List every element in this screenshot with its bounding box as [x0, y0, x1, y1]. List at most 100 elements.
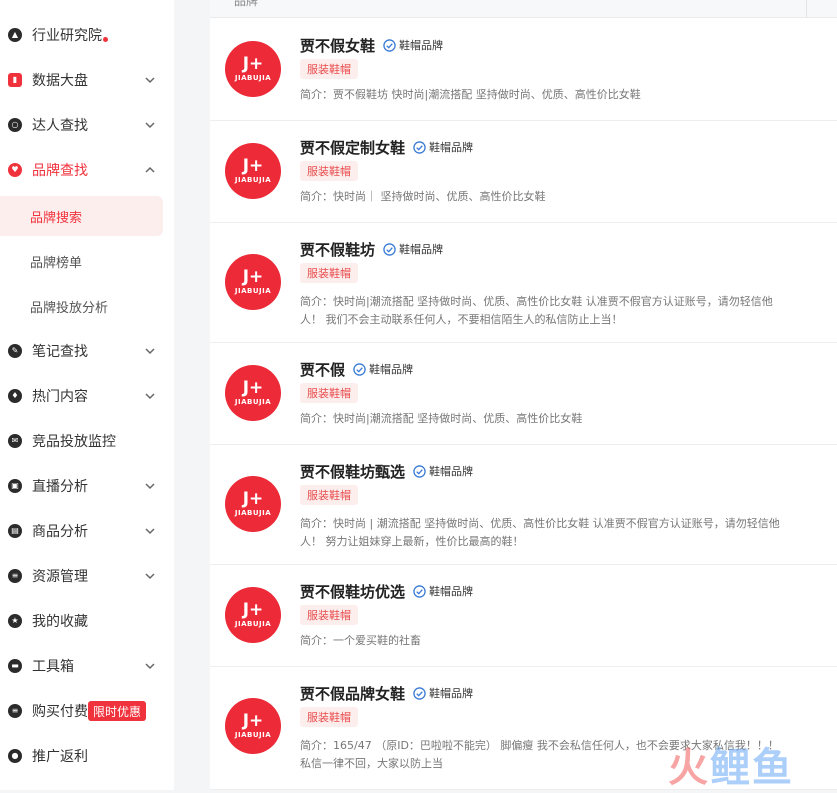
live-icon: ▣ — [8, 478, 22, 493]
bar-chart-icon: ▮ — [8, 72, 22, 87]
brand-row[interactable]: J+ JIABUJIA 贾不假鞋坊优选 鞋帽品牌 服装鞋帽 简介：一个爱买鞋的社畜 — [210, 565, 837, 667]
verified-badge: 鞋帽品牌 — [383, 37, 443, 53]
promo-badge[interactable]: 限时优惠 — [88, 701, 147, 721]
sidebar-item-brand-search[interactable]: ♥ 品牌查找 — [0, 147, 174, 192]
sidebar-item-product-analysis[interactable]: ▤ 商品分析 — [0, 508, 174, 553]
verified-label: 鞋帽品牌 — [399, 39, 444, 52]
brand-title-line: 贾不假女鞋 鞋帽品牌 — [300, 35, 443, 55]
verified-check-icon — [413, 464, 426, 478]
subitem-brand-ad-analysis[interactable]: 品牌投放分析 — [0, 286, 174, 326]
sidebar-item-label: 直播分析 — [32, 478, 88, 495]
sidebar-item-label: 达人查找 — [32, 117, 88, 134]
subitem-brand-ranking[interactable]: 品牌榜单 — [0, 241, 174, 281]
brand-logo[interactable]: J+ JIABUJIA — [225, 587, 281, 643]
brand-name[interactable]: 贾不假 — [300, 359, 345, 380]
logo-mark: J+ — [242, 489, 264, 509]
brand-description: 简介：快时尚 | 潮流搭配 坚持做时尚、优质、高性价比女鞋 认准贾不假官方认证账… — [300, 517, 780, 548]
brand-description: 简介：快时尚|潮流搭配 坚持做时尚、优质、高性价比女鞋 认准贾不假官方认证账号，… — [300, 295, 773, 326]
category-tag: 服装鞋帽 — [300, 383, 358, 403]
logo-text: JIABUJIA — [234, 176, 272, 184]
chevron-down-icon — [144, 480, 156, 492]
verified-check-icon — [413, 686, 426, 700]
sidebar-item-note-search[interactable]: ✎ 笔记查找 — [0, 328, 174, 373]
brand-row[interactable]: J+ JIABUJIA 贾不假女鞋 鞋帽品牌服装鞋帽简介：贾不假鞋坊 快时尚|潮流搭配… — [210, 19, 837, 121]
sidebar-item-purchase[interactable]: ≡ 购买付费 — [0, 688, 174, 733]
bag-icon: ▤ — [8, 523, 22, 538]
sidebar-item-hot-content[interactable]: ♦ 热门内容 — [0, 373, 174, 418]
sidebar-item-label: 竞品投放监控 — [32, 433, 116, 450]
sidebar-item-label: 购买付费 — [32, 703, 88, 720]
brand-row[interactable]: J+ JIABUJIA 贾不假定制女鞋 鞋帽品牌 服装鞋帽 简介：快时尚｜ 坚持做时尚、优… — [210, 121, 837, 223]
chevron-down-icon — [144, 570, 156, 582]
toolbox-icon: ▬ — [8, 658, 22, 673]
logo-text: JIABUJIA — [234, 287, 272, 295]
sidebar-item-toolbox[interactable]: ▬ 工具箱 — [0, 643, 174, 688]
pencil-icon: ✎ — [8, 343, 22, 358]
logo-mark: J+ — [242, 54, 264, 74]
brand-name[interactable]: 贾不假鞋坊甄选 — [300, 461, 405, 482]
brand-name[interactable]: 贾不假鞋坊 — [300, 239, 375, 260]
sidebar-item-label: 行业研究院 — [32, 27, 102, 44]
brand-row[interactable]: J+ JIABUJIA 贾不假鞋坊 鞋帽品牌服装鞋帽简介：快时尚|潮流搭配 坚持做时尚… — [210, 223, 837, 343]
brand-logo[interactable]: J+ JIABUJIA — [225, 365, 281, 421]
logo-mark: J+ — [242, 267, 264, 287]
brand-logo[interactable]: J+ JIABUJIA — [225, 476, 281, 532]
brand-description: 简介：快时尚｜ 坚持做时尚、优质、高性价比女鞋 — [300, 190, 546, 203]
brand-title-line: 贾不假定制女鞋 鞋帽品牌 — [300, 137, 473, 157]
chevron-down-icon — [144, 119, 156, 131]
logo-mark: J+ — [242, 378, 264, 398]
chevron-down-icon — [144, 525, 156, 537]
sidebar-item-my-favorites[interactable]: ★ 我的收藏 — [0, 598, 174, 643]
brand-description: 简介：一个爱买鞋的社畜 — [300, 634, 421, 647]
subitem-brand-search[interactable]: 品牌搜索 — [0, 196, 163, 236]
sidebar-item-influencer-search[interactable]: ○ 达人查找 — [0, 102, 174, 147]
sidebar-item-label: 我的收藏 — [32, 613, 88, 630]
graduation-cap-icon: ▲ — [8, 27, 22, 42]
brand-title-line: 贾不假品牌女鞋 鞋帽品牌 — [300, 683, 473, 703]
sidebar-item-label: 笔记查找 — [32, 343, 88, 360]
category-tag: 服装鞋帽 — [300, 59, 358, 79]
sidebar-item-industry-research[interactable]: ▲ 行业研究院 — [0, 12, 174, 57]
brand-logo[interactable]: J+ JIABUJIA — [225, 143, 281, 199]
brand-logo[interactable]: J+ JIABUJIA — [225, 41, 281, 97]
sidebar-item-competitor-monitoring[interactable]: ✉ 竞品投放监控 — [0, 418, 174, 463]
category-tag: 服装鞋帽 — [300, 605, 358, 625]
verified-check-icon — [383, 38, 396, 52]
sidebar-item-referral[interactable]: ● 推广返利 — [0, 733, 174, 778]
heart-icon: ♥ — [8, 162, 22, 177]
brand-logo[interactable]: J+ JIABUJIA — [225, 254, 281, 310]
brand-description: 简介：贾不假鞋坊 快时尚|潮流搭配 坚持做时尚、优质、高性价比女鞋 — [300, 88, 641, 101]
brand-name[interactable]: 贾不假鞋坊优选 — [300, 581, 405, 602]
verified-label: 鞋帽品牌 — [399, 243, 444, 256]
brand-name[interactable]: 贾不假品牌女鞋 — [300, 683, 405, 704]
chevron-down-icon — [144, 74, 156, 86]
brand-row[interactable]: J+ JIABUJIA 贾不假鞋坊甄选 鞋帽品牌 服装鞋帽 简介：快时尚 | 潮流搭配 坚… — [210, 445, 837, 565]
verified-label: 鞋帽品牌 — [369, 363, 414, 376]
star-icon: ★ — [8, 613, 22, 628]
chevron-up-icon — [144, 164, 156, 176]
verified-check-icon — [353, 362, 366, 376]
user-icon: ● — [8, 748, 22, 763]
category-tag: 服装鞋帽 — [300, 263, 358, 283]
brand-name[interactable]: 贾不假定制女鞋 — [300, 137, 405, 158]
sidebar-item-label: 热门内容 — [32, 388, 88, 405]
sidebar-item-label: 数据大盘 — [32, 72, 88, 89]
sidebar-item-resource-management[interactable]: ≡ 资源管理 — [0, 553, 174, 598]
subitem-label: 品牌榜单 — [30, 255, 83, 271]
brand-name[interactable]: 贾不假女鞋 — [300, 35, 375, 56]
verified-label: 鞋帽品牌 — [429, 465, 474, 478]
logo-mark: J+ — [242, 600, 264, 620]
category-tag: 服装鞋帽 — [300, 707, 358, 727]
logo-mark: J+ — [242, 156, 264, 176]
verified-badge: 鞋帽品牌 — [353, 361, 413, 377]
sidebar-item-label: 商品分析 — [32, 523, 88, 540]
brand-logo[interactable]: J+ JIABUJIA — [225, 698, 281, 754]
logo-text: JIABUJIA — [234, 731, 272, 739]
verified-badge: 鞋帽品牌 — [383, 241, 443, 257]
logo-text: JIABUJIA — [234, 398, 272, 406]
sidebar-item-live-analysis[interactable]: ▣ 直播分析 — [0, 463, 174, 508]
brand-row[interactable]: J+ JIABUJIA 贾不假 鞋帽品牌 服装鞋帽 简介：快时尚|潮流搭配 坚持做时尚、优… — [210, 343, 837, 445]
sidebar-item-data-dashboard[interactable]: ▮ 数据大盘 — [0, 57, 174, 102]
chevron-down-icon — [144, 660, 156, 672]
list-icon: ≡ — [8, 568, 22, 583]
